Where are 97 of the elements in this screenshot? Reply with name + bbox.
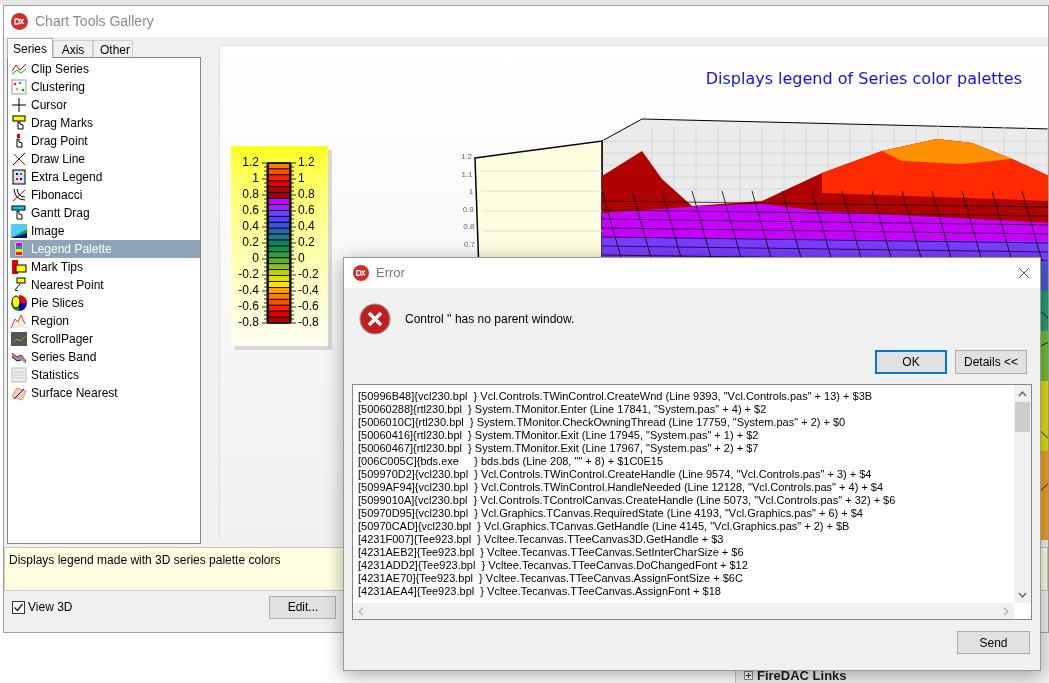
- legend-label: 0.8: [298, 188, 315, 200]
- legend-label: -0.4: [298, 284, 319, 296]
- list-item[interactable]: Pie Slices: [10, 294, 200, 312]
- tab[interactable]: Other: [93, 40, 133, 57]
- tab[interactable]: Series: [7, 38, 53, 58]
- axis-label: 1.1: [460, 170, 473, 179]
- details-line: [50996B48]{vcl230.bpl } Vcl.Controls.TWinControl.CreateWnd (Line 9393, "Vcl.Controls.pas" + 13) + $3B: [358, 390, 874, 403]
- details-line: [50060288]{rtl230.bpl } System.TMonitor.Enter (Line 17841, "System.pas" + 4) + $2: [358, 403, 768, 416]
- list-item[interactable]: Fibonacci: [10, 186, 200, 204]
- list-item[interactable]: Gantt Drag: [10, 204, 200, 222]
- list-item[interactable]: Mark Tips: [10, 258, 200, 276]
- list-item[interactable]: Statistics: [10, 366, 200, 384]
- legend-label: -0.2: [298, 268, 319, 280]
- legend-label: -0.6: [237, 300, 259, 312]
- table-icon: [11, 367, 27, 383]
- legend-label: -0.4: [237, 284, 259, 296]
- legend-label: 0.6: [298, 204, 315, 216]
- send-button[interactable]: Send: [957, 631, 1030, 654]
- axis-label: 0.9: [461, 205, 474, 214]
- list-item[interactable]: ScrollPager: [10, 330, 200, 348]
- tree-item[interactable]: FireDAC Links: [757, 669, 847, 682]
- surface-icon: [11, 385, 27, 401]
- legend-label: 1: [298, 172, 305, 184]
- error-message: Control '' has no parent window.: [405, 311, 575, 328]
- list-item[interactable]: Cursor: [10, 96, 200, 114]
- legend-label: -0.8: [237, 316, 259, 328]
- edit-button[interactable]: Edit...: [269, 595, 337, 619]
- checkbox[interactable]: [12, 600, 25, 614]
- details-line: [509970D2]{vcl230.bpl } Vcl.Controls.TWinControl.CreateHandle (Line 9574, "Vcl.Controls.pas" + 3) + $4: [358, 468, 873, 481]
- axis-label: 1: [467, 188, 474, 196]
- list-item[interactable]: Drag Point: [10, 132, 200, 150]
- ok-button[interactable]: OK: [875, 350, 947, 374]
- checkbox-label: View 3D: [28, 599, 73, 616]
- area-chart-icon: [11, 313, 27, 329]
- landscape-icon: [11, 223, 27, 239]
- tooltip-icon: [11, 259, 27, 275]
- legend-label: -0.6: [298, 300, 319, 312]
- palette-icon: [11, 241, 27, 257]
- arcs-icon: [11, 187, 27, 203]
- details-button[interactable]: Details <<: [955, 350, 1027, 374]
- legend-label: 0: [298, 252, 305, 264]
- error-icon: [359, 303, 391, 335]
- legend-label: 0.2: [241, 236, 259, 248]
- legend-label: 0.2: [298, 236, 315, 248]
- tab[interactable]: Axis: [53, 40, 93, 57]
- list-item[interactable]: Extra Legend: [10, 168, 200, 186]
- details-line: [5006010C]{rtl230.bpl } System.TMonitor.CheckOwningThread (Line 17759, "System.pas" + 2) + $0: [358, 416, 847, 429]
- thumbnail-icon: [11, 331, 27, 347]
- pointer-hand-icon: [11, 205, 27, 221]
- details-line: [50970CAD]{vcl230.bpl } Vcl.Graphics.TCanvas.GetHandle (Line 4145, "Vcl.Graphics.pas" + 2) + $B: [358, 520, 851, 533]
- legend-label: 0: [251, 252, 259, 264]
- list-item[interactable]: Image: [10, 222, 200, 240]
- details-line: [50970D95]{vcl230.bpl } Vcl.Graphics.TCanvas.RequiredState (Line 4193, "Vcl.Graphics.pas" + 6) + $4: [358, 507, 864, 520]
- list-item[interactable]: Region: [10, 312, 200, 330]
- legend-label: -0.8: [298, 316, 319, 328]
- details-line: [4231ADD2]{Tee923.bpl } Vcltee.Tecanvas.TTeeCanvas.DoChangedFont + $12: [358, 559, 749, 572]
- legend-label: 1.2: [241, 156, 259, 168]
- line-icon: [11, 151, 27, 167]
- legend-icon: [11, 169, 27, 185]
- scroll-thumb[interactable]: [1015, 402, 1030, 432]
- list-item[interactable]: Surface Nearest: [10, 384, 200, 402]
- legend-label: -0.2: [237, 268, 259, 280]
- list-item[interactable]: Clustering: [10, 78, 200, 96]
- axis-label: 0.8: [462, 223, 475, 231]
- details-line: [5099AF94]{vcl230.bpl } Vcl.Controls.TWinControl.HandleNeeded (Line 12128, "Vcl.Controls.pas" + 4) + $4: [358, 481, 885, 494]
- scatter-icon: [11, 79, 27, 95]
- details-line: [50060416]{rtl230.bpl } System.TMonitor.Exit (Line 17945, "System.pas" + 1) + $2: [358, 429, 760, 442]
- legend-label: 1: [251, 172, 259, 184]
- close-icon[interactable]: [1018, 267, 1030, 279]
- details-line: [4231F007]{Tee923.bpl } Vcltee.Tecanvas.TTeeCanvas3D.GetHandle + $3: [358, 533, 725, 546]
- vertical-scrollbar[interactable]: [1014, 385, 1031, 603]
- window-title: Chart Tools Gallery: [35, 12, 154, 31]
- app-logo-icon: [353, 265, 369, 281]
- list-item[interactable]: Series Band: [10, 348, 200, 366]
- pointer-hand-icon: [11, 115, 27, 131]
- app-logo-icon: [11, 13, 28, 30]
- pie-icon: [11, 295, 27, 311]
- axis-label: 1.2: [459, 153, 472, 161]
- details-line: [50060467]{rtl230.bpl } System.TMonitor.Exit (Line 17967, "System.pas" + 2) + $7: [358, 442, 760, 455]
- legend-label: 1.2: [298, 156, 315, 168]
- crosshair-icon: [11, 97, 27, 113]
- chart-title: Displays legend of Series color palettes: [705, 68, 1022, 90]
- line-chart-icon: [11, 61, 27, 77]
- list-item[interactable]: Clip Series: [10, 60, 200, 78]
- list-item[interactable]: Draw Line: [10, 150, 200, 168]
- details-line: [5099010A]{vcl230.bpl } Vcl.Controls.TControlCanvas.CreateHandle (Line 5073, "Vcl.Controls.pas" + 32) + $6: [358, 494, 897, 507]
- legend-label: 0.6: [241, 204, 259, 216]
- list-item[interactable]: Nearest Point: [10, 276, 200, 294]
- legend-label: 0.4: [298, 220, 315, 232]
- details-line: [4231AEB2]{Tee923.bpl } Vcltee.Tecanvas.TTeeCanvas.SetInterCharSize + $6: [358, 546, 745, 559]
- legend-label: 0.4: [241, 220, 259, 232]
- dialog-title: Error: [376, 264, 405, 283]
- axis-label: 0.7: [462, 240, 475, 249]
- details-line: [006C005C]{bds.exe } bds.bds (Line 208, "" + 8) + $1C0E15: [358, 455, 664, 468]
- legend-label: 0.8: [241, 188, 259, 200]
- list-item[interactable]: Drag Marks: [10, 114, 200, 132]
- details-line: [4231AE70]{Tee923.bpl } Vcltee.Tecanvas.TTeeCanvas.AssignFontSize + $6C: [358, 572, 744, 585]
